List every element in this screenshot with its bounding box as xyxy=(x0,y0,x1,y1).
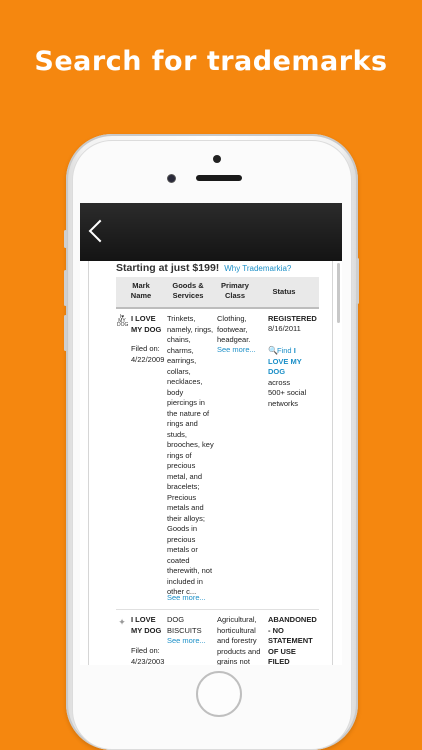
row2-class: Agricultural, horticultural and forestry… xyxy=(217,615,261,665)
row1-find-social: 🔍Find I LOVE MY DOG across 500+ social ne… xyxy=(268,346,307,408)
earpiece-speaker xyxy=(196,175,242,181)
row2-goods-more[interactable]: See more... xyxy=(167,636,206,647)
why-trademarkia-link[interactable]: Why Trademarkia? xyxy=(224,264,291,273)
row1-filed-date: Filed on: 4/22/2009 xyxy=(131,344,165,364)
home-button[interactable] xyxy=(196,671,242,717)
back-chevron-icon[interactable] xyxy=(88,219,112,243)
header-primary-class: Primary Class xyxy=(221,281,249,300)
power-button xyxy=(356,258,359,304)
headline: Search for trademarks xyxy=(34,46,388,77)
header-mark-name: Mark Name xyxy=(130,281,152,300)
nav-bar xyxy=(80,203,342,261)
mark-thumbnail-icon: I♥ MY DOG xyxy=(117,314,129,328)
table-header-row: Mark Name Goods & Services Primary Class… xyxy=(116,277,319,309)
promo-text: Starting at just $199! xyxy=(116,262,220,274)
mark-thumbnail-icon: ✦ xyxy=(118,617,126,627)
volume-up-button xyxy=(64,270,67,306)
row2-status: ABANDONED - NO STATEMENT OF USE FILED xyxy=(268,615,317,665)
row1-status: REGISTERED xyxy=(268,314,317,323)
facetime-camera xyxy=(167,174,176,183)
magnifier-icon: 🔍 xyxy=(268,346,278,355)
mute-switch xyxy=(64,230,67,248)
row1-goods: Trinkets, namely, rings, chains, charms,… xyxy=(167,314,214,596)
row1-mark-name[interactable]: I LOVE MY DOG xyxy=(131,314,161,335)
row2-filed-date: Filed on: 4/23/2003 xyxy=(131,646,165,666)
header-goods-services: Goods & Services xyxy=(172,281,204,300)
row1-status-date: 8/16/2011 xyxy=(268,324,301,333)
header-status: Status xyxy=(272,287,296,296)
row2-mark-name[interactable]: I LOVE MY DOG xyxy=(131,615,161,636)
row2-goods: DOG BISCUITS xyxy=(167,615,202,635)
row1-goods-more[interactable]: See more... xyxy=(167,593,206,604)
promo-banner: Starting at just $199! Why Trademarkia? xyxy=(116,262,291,274)
row-divider xyxy=(116,609,319,610)
row1-class-more[interactable]: See more... xyxy=(217,345,256,356)
scrollbar[interactable] xyxy=(337,263,340,323)
volume-down-button xyxy=(64,315,67,351)
front-camera xyxy=(213,155,221,163)
row1-class: Clothing, footwear, headgear. xyxy=(217,314,251,344)
